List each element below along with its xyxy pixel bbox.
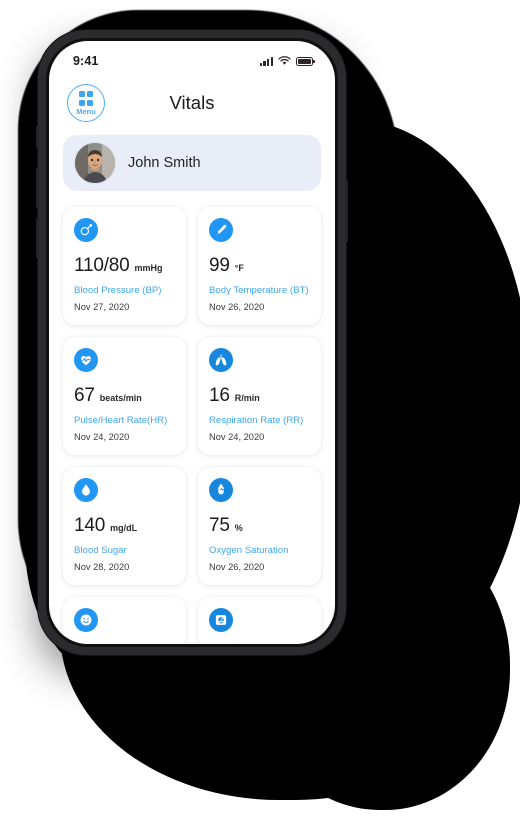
- cellular-signal-icon: [259, 56, 273, 66]
- vital-label: Blood Sugar: [74, 545, 127, 556]
- app-header: Menu Vitals: [49, 75, 335, 131]
- patient-card[interactable]: John Smith: [63, 135, 321, 191]
- phone-device-frame: 9:41 Menu Vitals John Smith 110/80 mmHg …: [36, 30, 348, 655]
- body-weight-scale-icon: [209, 608, 233, 632]
- vital-value: 16: [209, 385, 230, 406]
- vital-label: Blood Pressure (BP): [74, 285, 162, 296]
- vital-unit: beats/min: [99, 393, 142, 403]
- vital-value-row: 140 mg/dL: [74, 515, 175, 537]
- vital-label: Respiration Rate (RR): [209, 415, 304, 426]
- vital-date: Nov 26, 2020: [209, 302, 265, 312]
- menu-button[interactable]: Menu: [67, 84, 105, 122]
- vital-label: Oxygen Saturation: [209, 545, 289, 556]
- vital-value: 140: [74, 515, 106, 536]
- power-button[interactable]: [345, 180, 348, 242]
- volume-down-button[interactable]: [36, 218, 39, 258]
- status-indicators: [259, 56, 315, 66]
- lungs-icon: [209, 348, 233, 372]
- vital-card-pulse-heart-rate[interactable]: 67 beats/min Pulse/Heart Rate(HR) Nov 24…: [63, 337, 186, 455]
- pulse-oximeter-icon: [209, 478, 233, 502]
- vital-label: Pulse/Heart Rate(HR): [74, 415, 168, 426]
- vital-unit: mmHg: [134, 263, 163, 273]
- vitals-grid: 110/80 mmHg Blood Pressure (BP) Nov 27, …: [63, 207, 321, 644]
- grid-menu-icon: [78, 91, 94, 106]
- status-time: 9:41: [73, 54, 99, 68]
- vital-unit: %: [234, 523, 243, 533]
- vital-value: 99: [209, 255, 230, 276]
- screenshot-stage: 9:41 Menu Vitals John Smith 110/80 mmHg …: [0, 0, 520, 816]
- vital-card-respiration-rate[interactable]: 16 R/min Respiration Rate (RR) Nov 24, 2…: [198, 337, 321, 455]
- vital-date: Nov 28, 2020: [74, 562, 130, 572]
- battery-icon: [296, 56, 315, 66]
- vitals-scroll-content[interactable]: John Smith 110/80 mmHg Blood Pressure (B…: [49, 131, 335, 644]
- phone-screen: 9:41 Menu Vitals John Smith 110/80 mmHg …: [49, 41, 335, 644]
- vital-date: Nov 27, 2020: [74, 302, 130, 312]
- vital-value-row: 110/80 mmHg: [74, 255, 175, 277]
- vital-value-row: 67 beats/min: [74, 385, 175, 407]
- vital-value-row: 16 R/min: [209, 385, 310, 407]
- vital-card-partial-pain-scale[interactable]: [63, 597, 186, 644]
- menu-button-label: Menu: [76, 106, 96, 116]
- mute-switch-button[interactable]: [36, 126, 39, 148]
- heart-pulse-icon: [74, 348, 98, 372]
- phone-bezel: 9:41 Menu Vitals John Smith 110/80 mmHg …: [46, 38, 338, 647]
- vital-card-blood-sugar[interactable]: 140 mg/dL Blood Sugar Nov 28, 2020: [63, 467, 186, 585]
- volume-up-button[interactable]: [36, 168, 39, 208]
- water-drop-icon: [74, 478, 98, 502]
- blood-pressure-cuff-icon: [74, 218, 98, 242]
- vital-date: Nov 24, 2020: [209, 432, 265, 442]
- vital-value-row: 75 %: [209, 515, 310, 537]
- vital-value: 110/80: [74, 255, 130, 276]
- vital-card-blood-pressure[interactable]: 110/80 mmHg Blood Pressure (BP) Nov 27, …: [63, 207, 186, 325]
- smiley-face-pain-scale-icon: [74, 608, 98, 632]
- vital-value: 67: [74, 385, 95, 406]
- vital-label: Body Temperature (BT): [209, 285, 309, 296]
- status-bar: 9:41: [49, 41, 335, 75]
- vital-unit: R/min: [234, 393, 260, 403]
- vital-date: Nov 24, 2020: [74, 432, 130, 442]
- vital-date: Nov 26, 2020: [209, 562, 265, 572]
- wifi-icon: [278, 56, 291, 65]
- vital-value: 75: [209, 515, 230, 536]
- vital-card-partial-body-weight[interactable]: [198, 597, 321, 644]
- patient-name: John Smith: [128, 155, 201, 171]
- vital-unit: mg/dL: [110, 523, 138, 533]
- vital-card-body-temperature[interactable]: 99 °F Body Temperature (BT) Nov 26, 2020: [198, 207, 321, 325]
- vital-card-oxygen-saturation[interactable]: 75 % Oxygen Saturation Nov 26, 2020: [198, 467, 321, 585]
- vital-value-row: 99 °F: [209, 255, 310, 277]
- user-avatar-photo: [75, 143, 115, 183]
- vital-unit: °F: [234, 263, 244, 273]
- thermometer-icon: [209, 218, 233, 242]
